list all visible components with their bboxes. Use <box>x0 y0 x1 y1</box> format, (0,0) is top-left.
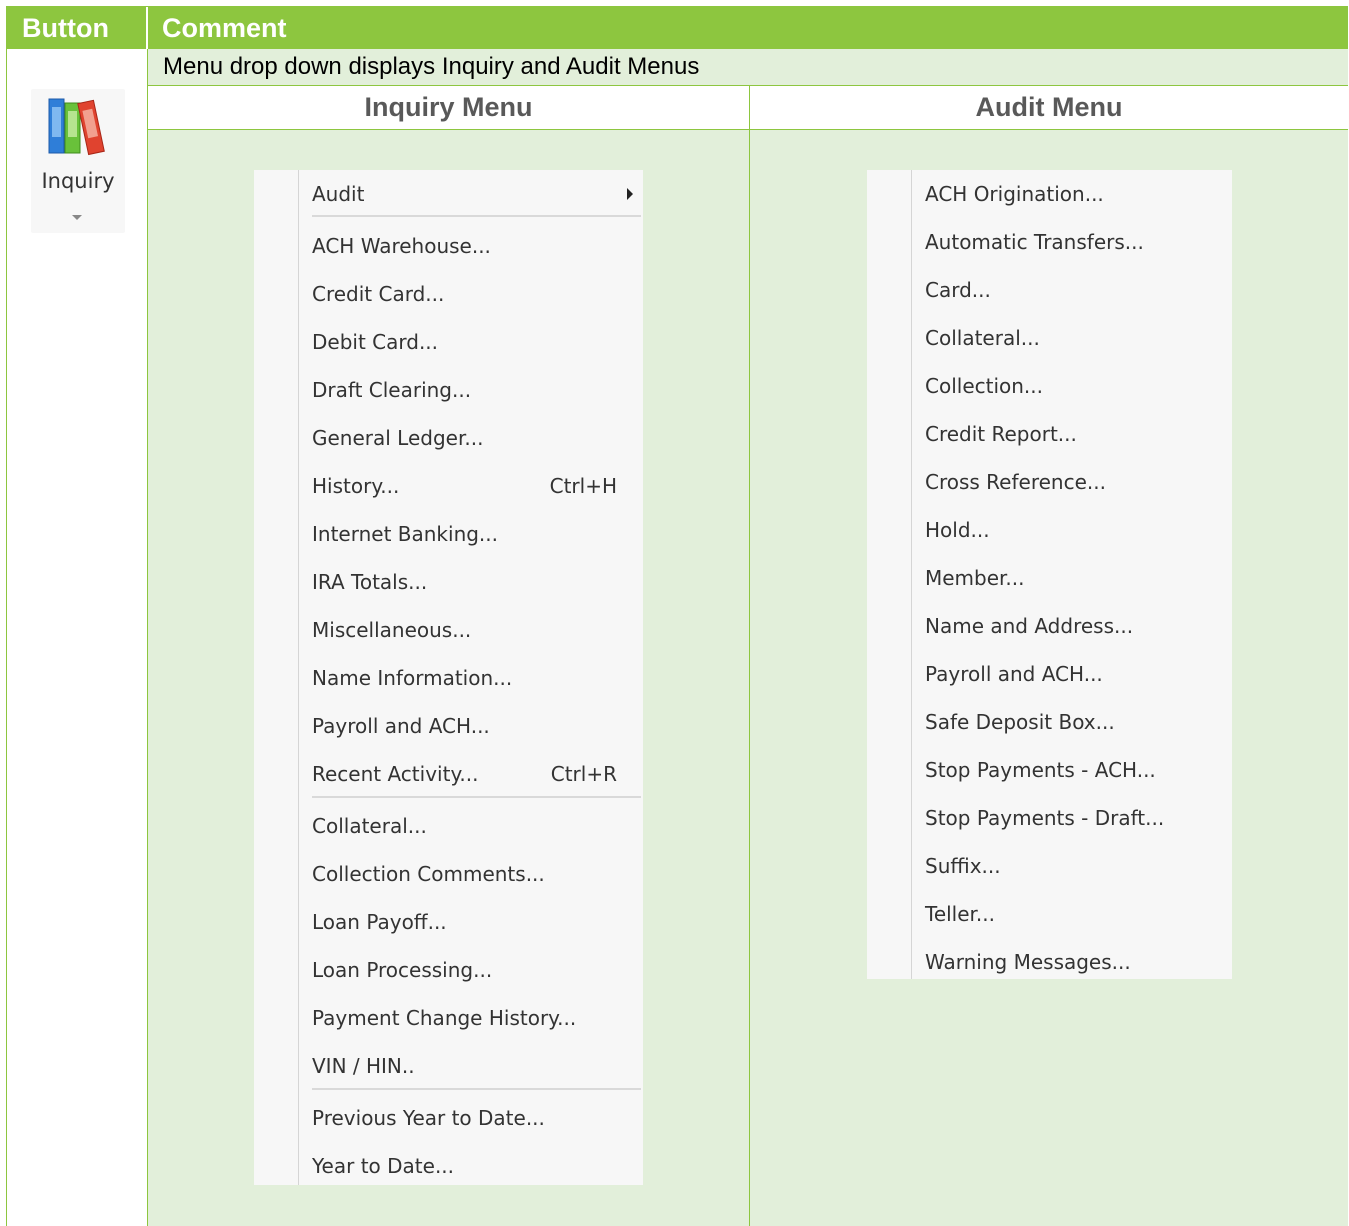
menu-item-stop-payments-draft[interactable]: Stop Payments - Draft... <box>925 794 1232 842</box>
menu-item-internet-banking[interactable]: Internet Banking... <box>312 510 643 558</box>
menu-item-teller[interactable]: Teller... <box>925 890 1232 938</box>
inquiry-panel: Audit ACH Warehouse... Credit Card... De… <box>148 130 750 1226</box>
menu-item-name-information[interactable]: Name Information... <box>312 654 643 702</box>
menu-item-ach-origination[interactable]: ACH Origination... <box>925 170 1232 218</box>
menu-item-safe-deposit-box[interactable]: Safe Deposit Box... <box>925 698 1232 746</box>
menu-item-name-and-address[interactable]: Name and Address... <box>925 602 1232 650</box>
menu-gutter <box>298 170 299 1185</box>
history-shortcut: Ctrl+H <box>549 474 617 498</box>
menu-item-draft-clearing[interactable]: Draft Clearing... <box>312 366 643 414</box>
menu-item-previous-year-to-date[interactable]: Previous Year to Date... <box>312 1094 643 1142</box>
menu-item-loan-payoff[interactable]: Loan Payoff... <box>312 898 643 946</box>
menu-separator <box>312 1088 641 1090</box>
audit-menu-heading: Audit Menu <box>750 86 1348 130</box>
header-comment: Comment <box>148 7 1348 49</box>
chevron-down-icon[interactable] <box>72 215 82 220</box>
menu-item-recent-activity[interactable]: Recent Activity... Ctrl+R <box>312 750 643 798</box>
menu-item-history[interactable]: History... Ctrl+H <box>312 462 643 510</box>
menu-item-credit-report[interactable]: Credit Report... <box>925 410 1232 458</box>
inquiry-button-label: Inquiry <box>41 169 115 193</box>
button-cell: Inquiry <box>7 49 148 1226</box>
menu-table: Button Comment Inquiry Menu drop down di… <box>6 6 1348 1226</box>
menu-item-loan-processing[interactable]: Loan Processing... <box>312 946 643 994</box>
menu-item-credit-card[interactable]: Credit Card... <box>312 270 643 318</box>
menu-item-card[interactable]: Card... <box>925 266 1232 314</box>
menu-item-audit[interactable]: Audit <box>312 170 643 218</box>
header-button: Button <box>7 7 148 49</box>
menu-separator <box>312 796 641 798</box>
audit-panel: ACH Origination... Automatic Transfers..… <box>750 130 1348 1226</box>
menu-item-general-ledger[interactable]: General Ledger... <box>312 414 643 462</box>
menu-item-stop-payments-ach[interactable]: Stop Payments - ACH... <box>925 746 1232 794</box>
inquiry-ribbon-button[interactable]: Inquiry <box>31 89 125 233</box>
menu-item-warning-messages[interactable]: Warning Messages... <box>925 938 1232 986</box>
menu-item-ira-totals[interactable]: IRA Totals... <box>312 558 643 606</box>
menu-item-automatic-transfers[interactable]: Automatic Transfers... <box>925 218 1232 266</box>
menu-item-payroll-ach[interactable]: Payroll and ACH... <box>312 702 643 750</box>
menu-item-payroll-and-ach[interactable]: Payroll and ACH... <box>925 650 1232 698</box>
inquiry-menu-heading: Inquiry Menu <box>148 86 750 130</box>
menu-item-collection[interactable]: Collection... <box>925 362 1232 410</box>
submenu-arrow-icon <box>627 188 633 200</box>
inquiry-dropdown-menu: Audit ACH Warehouse... Credit Card... De… <box>254 170 643 1185</box>
menu-item-payment-change-history[interactable]: Payment Change History... <box>312 994 643 1042</box>
menu-item-member[interactable]: Member... <box>925 554 1232 602</box>
menu-separator <box>312 215 641 217</box>
intro-text: Menu drop down displays Inquiry and Audi… <box>148 49 1348 86</box>
menu-item-suffix[interactable]: Suffix... <box>925 842 1232 890</box>
menu-item-ach-warehouse[interactable]: ACH Warehouse... <box>312 222 643 270</box>
menu-item-debit-card[interactable]: Debit Card... <box>312 318 643 366</box>
books-icon <box>48 98 105 156</box>
menu-item-cross-reference[interactable]: Cross Reference... <box>925 458 1232 506</box>
audit-dropdown-menu: ACH Origination... Automatic Transfers..… <box>867 170 1232 979</box>
menu-item-collateral[interactable]: Collateral... <box>312 802 643 850</box>
menu-item-year-to-date[interactable]: Year to Date... <box>312 1142 643 1190</box>
menu-item-collection-comments[interactable]: Collection Comments... <box>312 850 643 898</box>
menu-item-hold[interactable]: Hold... <box>925 506 1232 554</box>
menu-item-vin-hin[interactable]: VIN / HIN.. <box>312 1042 643 1090</box>
menu-item-collateral[interactable]: Collateral... <box>925 314 1232 362</box>
menu-gutter <box>911 170 912 979</box>
recent-activity-shortcut: Ctrl+R <box>550 762 617 786</box>
menu-item-miscellaneous[interactable]: Miscellaneous... <box>312 606 643 654</box>
